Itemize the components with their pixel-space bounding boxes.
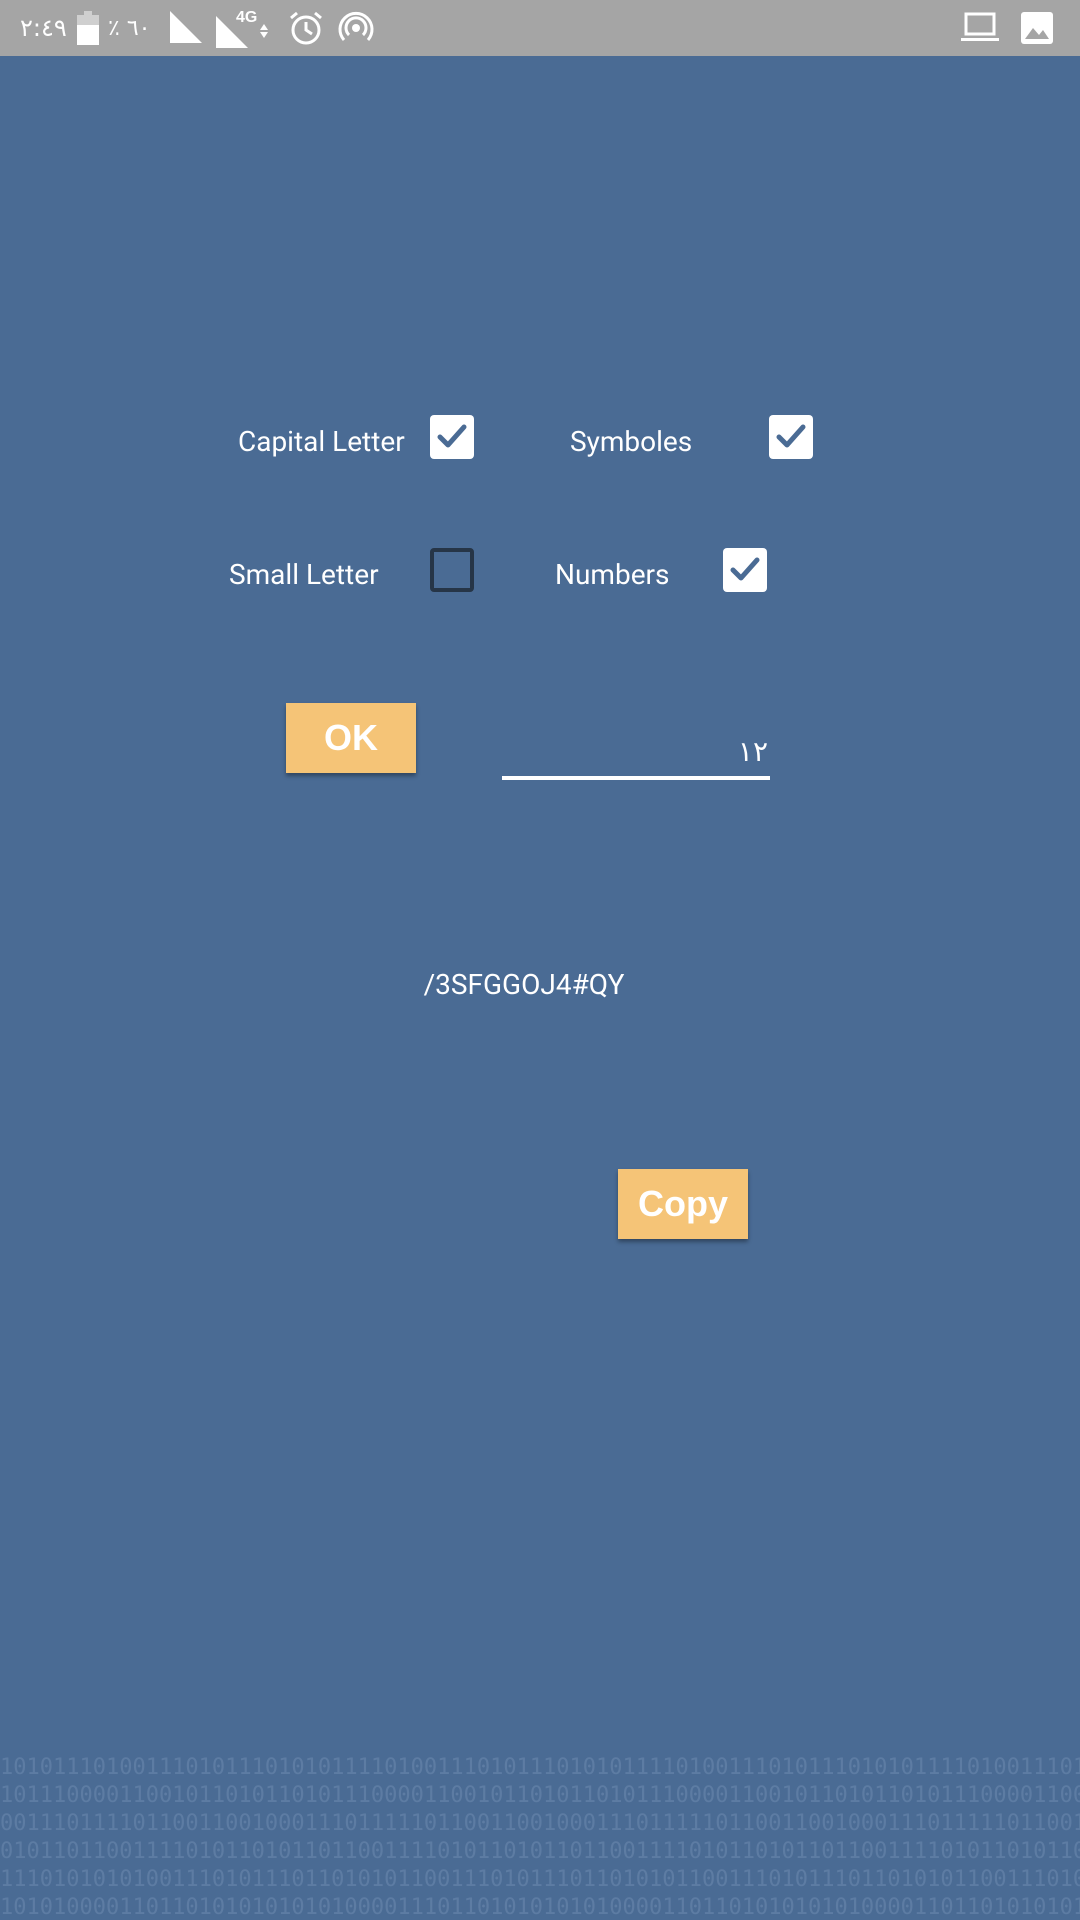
ok-button[interactable]: OK: [286, 703, 416, 773]
checkmark-icon: [437, 424, 467, 448]
status-bar: ٢:٤٩ ٪ ٦٠ 4G: [0, 0, 1080, 56]
checkmark-icon: [730, 557, 760, 581]
binary-pattern-background: 1010111010011101011101010111101001110101…: [0, 1754, 1080, 1920]
network-type-label: 4G: [236, 9, 257, 26]
binary-row: 1010100001101101010101010100001110110101…: [0, 1895, 1080, 1920]
binary-row: 0101101100111101011010110110011110101101…: [0, 1839, 1080, 1864]
laptop-icon: [960, 0, 1000, 56]
binary-row: 0011101111011001100100011101111101100110…: [0, 1811, 1080, 1836]
capital-letter-checkbox[interactable]: [430, 415, 474, 459]
binary-row: 1011100001100101101011010111000011001011…: [0, 1783, 1080, 1808]
symboles-label: Symboles: [570, 425, 693, 458]
battery-percent: ٪ ٦٠: [108, 15, 151, 41]
checkmark-icon: [776, 424, 806, 448]
generated-password-text: /3SFGGOJ4#QY: [423, 968, 625, 1001]
hotspot-icon: [338, 0, 374, 56]
copy-button[interactable]: Copy: [618, 1169, 748, 1239]
binary-row: 1110101010100111010111011010101100111010…: [0, 1867, 1080, 1892]
image-icon: [1020, 0, 1054, 56]
signal-icon: [168, 0, 204, 56]
binary-row: 1010111010011101011101010111101001110101…: [0, 1755, 1080, 1780]
small-letter-checkbox[interactable]: [430, 548, 474, 592]
numbers-label: Numbers: [555, 558, 670, 591]
battery-icon: [76, 0, 100, 56]
small-letter-label: Small Letter: [229, 558, 379, 591]
capital-letter-label: Capital Letter: [238, 425, 405, 458]
signal-4g-icon: 4G: [214, 0, 274, 56]
password-generator-screen: Capital Letter Symboles Small Letter Num…: [0, 56, 1080, 1920]
password-length-input[interactable]: [502, 726, 770, 780]
alarm-icon: [288, 0, 324, 56]
numbers-checkbox[interactable]: [723, 548, 767, 592]
clock: ٢:٤٩: [20, 14, 67, 42]
symboles-checkbox[interactable]: [769, 415, 813, 459]
